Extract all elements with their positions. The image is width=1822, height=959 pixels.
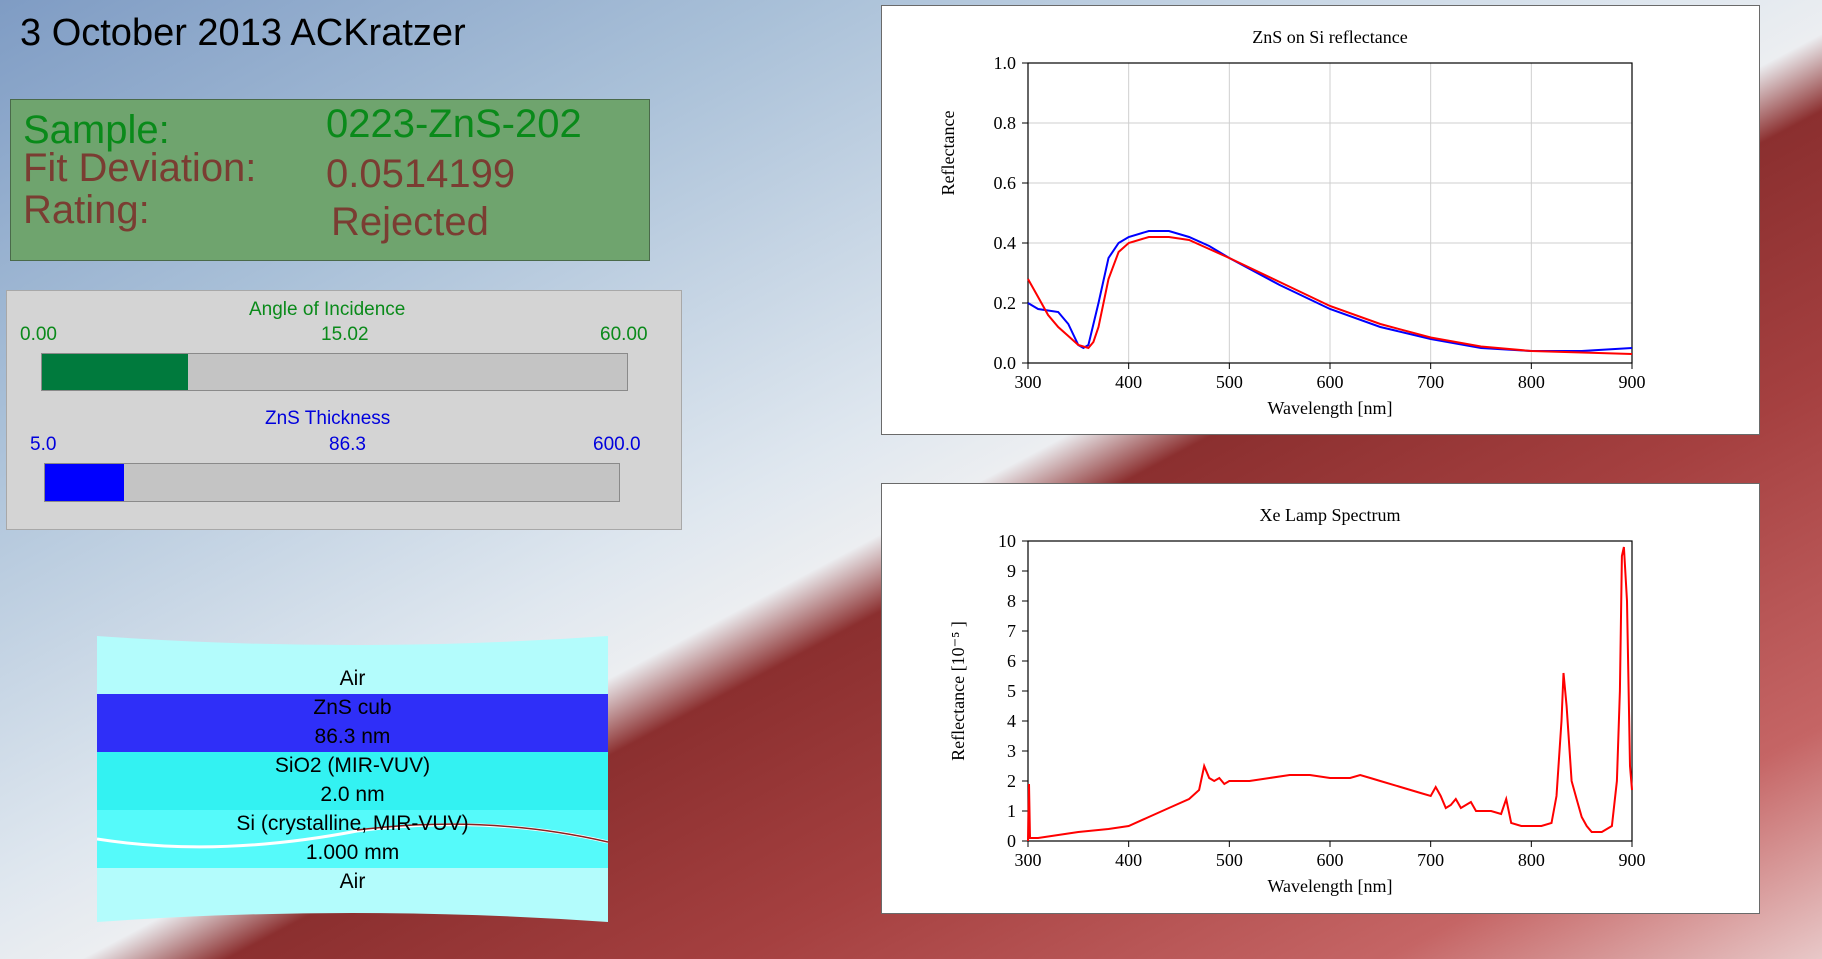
y-axis-label: Reflectance: [938, 111, 958, 196]
thickness-slider[interactable]: [44, 463, 620, 502]
thickness-slider-title: ZnS Thickness: [265, 408, 391, 429]
y-tick-label: 9: [1007, 561, 1016, 581]
layer-thickness-sio2: 2.0 nm: [320, 783, 385, 806]
y-tick-label: 4: [1007, 711, 1016, 731]
thickness-slider-value: 86.3: [329, 434, 366, 455]
rating-value: Rejected: [331, 200, 489, 244]
sample-value: 0223-ZnS-202: [326, 102, 582, 146]
rating-label: Rating:: [23, 188, 150, 232]
y-tick-label: 10: [998, 531, 1016, 551]
angle-slider-min: 0.00: [20, 324, 57, 345]
layer-label-air-bottom: Air: [339, 870, 366, 893]
x-tick-label: 800: [1518, 850, 1545, 870]
xe-lamp-chart-panel: Xe Lamp Spectrum 300 400 500 600 700 800 900 0 1 2…: [881, 483, 1760, 914]
layer-label-sio2: SiO2 (MIR-VUV): [274, 754, 431, 777]
fit-deviation-value: 0.0514199: [326, 152, 516, 196]
y-tick-label: 2: [1007, 771, 1016, 791]
x-axis-label: Wavelength [nm]: [1267, 398, 1392, 418]
y-tick-label: 0: [1007, 831, 1016, 851]
y-tick-label: 7: [1007, 621, 1016, 641]
x-axis-label: Wavelength [nm]: [1267, 876, 1392, 896]
angle-slider-max: 60.00: [600, 324, 648, 345]
y-tick-label: 0.0: [994, 353, 1017, 373]
y-tick-label: 0.8: [994, 113, 1017, 133]
angle-slider-value: 15.02: [321, 324, 369, 345]
layer-stack: Air ZnS cub 86.3 nm SiO2 (MIR-VUV) 2.0 n…: [97, 636, 608, 922]
sample-info-panel: Sample: 0223-ZnS-202 Fit Deviation: 0.05…: [10, 99, 650, 261]
series-line-1: [1027, 546, 1633, 842]
angle-slider-fill: [42, 354, 189, 390]
y-tick-label: 0.4: [994, 233, 1017, 253]
y-tick-label: 1.0: [994, 53, 1017, 73]
reflectance-chart: ZnS on Si reflectance 300 400 500 600 700 800 9…: [938, 27, 1646, 418]
x-tick-label: 400: [1115, 850, 1142, 870]
thickness-slider-max: 600.0: [593, 434, 641, 455]
y-axis-label: Reflectance [10⁻⁵ ]: [948, 621, 968, 761]
y-tick-label: 0.6: [994, 173, 1017, 193]
y-tick-label: 6: [1007, 651, 1016, 671]
y-tick-label: 8: [1007, 591, 1016, 611]
angle-slider[interactable]: [41, 353, 628, 391]
y-tick-label: 1: [1007, 801, 1016, 821]
fit-deviation-label: Fit Deviation:: [23, 146, 257, 190]
thickness-slider-min: 5.0: [30, 434, 57, 455]
y-tick-label: 3: [1007, 741, 1016, 761]
page-title: 3 October 2013 ACKratzer: [20, 12, 466, 54]
y-tick-label: 5: [1007, 681, 1016, 701]
layer-label-zns: ZnS cub: [313, 696, 392, 719]
x-tick-label: 300: [1015, 372, 1042, 392]
x-tick-label: 600: [1317, 850, 1344, 870]
x-tick-label: 300: [1015, 850, 1042, 870]
x-tick-label: 400: [1115, 372, 1142, 392]
chart-title: ZnS on Si reflectance: [1252, 27, 1407, 47]
angle-slider-title: Angle of Incidence: [249, 299, 406, 320]
layer-thickness-zns: 86.3 nm: [314, 725, 391, 748]
layer-thickness-si: 1.000 mm: [305, 841, 400, 864]
xe-lamp-chart: Xe Lamp Spectrum 300 400 500 600 700 800 900 0 1 2…: [948, 505, 1646, 896]
x-tick-label: 900: [1619, 372, 1646, 392]
slider-panel: Angle of Incidence 0.00 15.02 60.00 ZnS …: [6, 290, 682, 530]
layer-label-air-top: Air: [339, 667, 366, 690]
x-tick-label: 900: [1619, 850, 1646, 870]
y-tick-label: 0.2: [994, 293, 1017, 313]
thickness-slider-fill: [45, 464, 124, 501]
layer-label-si: Si (crystalline, MIR-VUV): [236, 812, 469, 835]
x-tick-label: 800: [1518, 372, 1545, 392]
reflectance-chart-panel: ZnS on Si reflectance 300 400 500 600 700 800 9…: [881, 5, 1760, 435]
x-tick-label: 700: [1417, 372, 1444, 392]
x-tick-label: 500: [1216, 372, 1243, 392]
chart-title: Xe Lamp Spectrum: [1260, 505, 1401, 525]
x-tick-label: 600: [1317, 372, 1344, 392]
x-tick-label: 500: [1216, 850, 1243, 870]
x-tick-label: 700: [1417, 850, 1444, 870]
plot-frame: [1027, 540, 1633, 842]
